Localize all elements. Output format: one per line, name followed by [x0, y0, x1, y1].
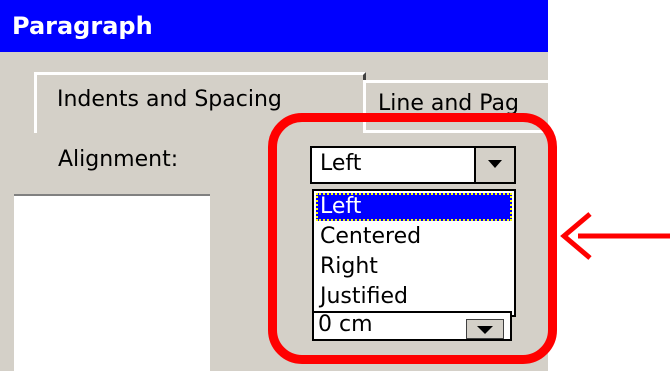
tab-label: Indents and Spacing [57, 87, 282, 112]
highlight-circle [268, 113, 557, 364]
alignment-label: Alignment: [58, 147, 179, 172]
window-title: Paragraph [12, 12, 153, 40]
divider [14, 194, 210, 196]
pointer-arrow-icon [560, 212, 670, 260]
title-bar: Paragraph [0, 0, 548, 52]
preview-panel [14, 194, 210, 371]
